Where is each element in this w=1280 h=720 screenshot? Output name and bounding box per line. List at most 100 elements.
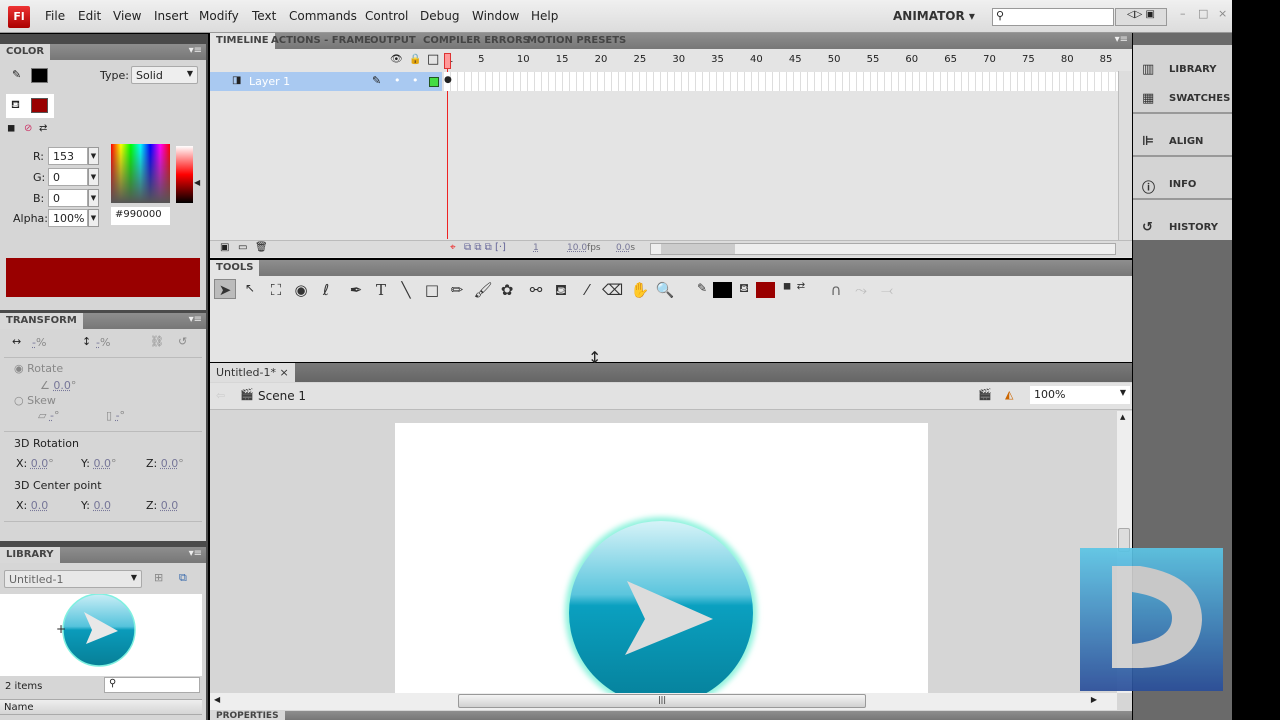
free-transform-tool-icon[interactable]: ⛶	[266, 281, 286, 299]
menu-control[interactable]: Control	[365, 9, 408, 23]
b-dropdown[interactable]: ▼	[88, 189, 99, 207]
frame-cells[interactable]	[444, 72, 1118, 91]
deco-tool-icon[interactable]: ✿	[497, 281, 517, 299]
show-hide-icon[interactable]: 👁	[390, 54, 403, 65]
reset-icon[interactable]: ↺	[178, 335, 187, 348]
workspace-switcher[interactable]: ANIMATOR ▾	[893, 9, 975, 23]
playhead[interactable]	[444, 53, 451, 69]
zoom-tool-icon[interactable]: 🔍	[655, 281, 675, 299]
library-tab[interactable]: LIBRARY	[0, 547, 60, 563]
menu-debug[interactable]: Debug	[420, 9, 459, 23]
alpha-dropdown[interactable]: ▼	[88, 209, 99, 227]
r-dropdown[interactable]: ▼	[88, 147, 99, 165]
frame-number[interactable]: 30	[672, 54, 685, 65]
3d-rotation-tool-icon[interactable]: ◉	[291, 281, 311, 299]
skew-h-value[interactable]: ▱ -°	[38, 409, 59, 422]
layer-visible-dot[interactable]: •	[394, 74, 401, 87]
center-z[interactable]: Z: 0.0	[146, 499, 178, 512]
stage-hscrollbar[interactable]: ◀ ||| ▶	[210, 693, 1117, 710]
right-panel-align[interactable]: ALIGN	[1169, 136, 1203, 147]
frame-number[interactable]: 40	[750, 54, 763, 65]
menu-insert[interactable]: Insert	[154, 9, 188, 23]
right-panel-history[interactable]: HISTORY	[1169, 222, 1218, 233]
frame-number[interactable]: 35	[711, 54, 724, 65]
layer-name[interactable]: Layer 1	[249, 75, 290, 88]
toolbar-fill-color[interactable]	[756, 282, 775, 298]
eyedropper-tool-icon[interactable]: ⁄	[577, 281, 597, 299]
frame-number[interactable]: 15	[556, 54, 569, 65]
frame-number[interactable]: 20	[595, 54, 608, 65]
center-x[interactable]: X: 0.0	[16, 499, 48, 512]
constrain-icon[interactable]: ⛓	[150, 335, 164, 348]
center-y[interactable]: Y: 0.0	[81, 499, 111, 512]
scene-name[interactable]: Scene 1	[258, 389, 306, 403]
rot-x[interactable]: X: 0.0°	[16, 457, 54, 470]
edit-scene-icon[interactable]: 🎬	[978, 388, 992, 401]
g-input[interactable]: 0	[48, 168, 88, 186]
color-spectrum[interactable]	[111, 144, 170, 203]
stroke-color-swatch[interactable]	[31, 68, 48, 83]
frame-number[interactable]: 75	[1022, 54, 1035, 65]
panel-menu-icon[interactable]: ▾≡	[1115, 34, 1128, 45]
type-select[interactable]: Solid ▼	[131, 66, 198, 84]
menu-commands[interactable]: Commands	[289, 9, 357, 23]
tools-tab[interactable]: TOOLS	[210, 260, 260, 276]
height-scale-value[interactable]: -%	[96, 336, 110, 349]
maximize-button[interactable]: □	[1198, 7, 1208, 20]
tab-output[interactable]: OUTPUT	[370, 35, 416, 46]
menu-help[interactable]: Help	[531, 9, 558, 23]
frame-number[interactable]: 70	[983, 54, 996, 65]
new-layer-icon[interactable]: ▣	[220, 242, 229, 253]
straighten-icon[interactable]: ⤙	[877, 281, 897, 299]
search-input[interactable]: ⚲	[992, 8, 1114, 26]
new-library-panel-icon[interactable]: ⧉	[179, 571, 187, 585]
rotate-radio[interactable]: ◉ Rotate	[14, 362, 63, 375]
tab-actions-frame[interactable]: ACTIONS - FRAME	[271, 35, 371, 46]
menu-window[interactable]: Window	[472, 9, 519, 23]
tab-timeline[interactable]: TIMELINE	[210, 33, 275, 49]
library-document-select[interactable]: Untitled-1 ▼	[4, 570, 142, 588]
bone-tool-icon[interactable]: ⚯	[526, 281, 546, 299]
panel-menu-icon[interactable]: ▾≡	[189, 45, 202, 56]
layer-row[interactable]: ◨ Layer 1 ✎ • •	[210, 72, 442, 91]
fill-color-swatch[interactable]	[31, 98, 48, 113]
frame-number[interactable]: 5	[478, 54, 484, 65]
rotate-value[interactable]: ∠ 0.0°	[40, 379, 76, 392]
smooth-icon[interactable]: ⤳	[851, 281, 871, 299]
tab-motion-presets[interactable]: MOTION PRESETS	[527, 35, 626, 46]
keyframe[interactable]: ●	[444, 75, 452, 89]
frame-number[interactable]: 80	[1061, 54, 1074, 65]
lock-icon[interactable]: 🔒	[409, 54, 421, 65]
toolbar-stroke-color[interactable]	[713, 282, 732, 298]
swap-colors-icon[interactable]: ⇄	[791, 281, 811, 292]
rot-z[interactable]: Z: 0.0°	[146, 457, 184, 470]
onion-skin-icons[interactable]: ⧉ ⧉ ⧉ [·]	[464, 242, 506, 253]
r-input[interactable]: 153	[48, 147, 88, 165]
transform-tab[interactable]: TRANSFORM	[0, 313, 83, 329]
rot-y[interactable]: Y: 0.0°	[81, 457, 116, 470]
sync-buttons[interactable]: ◁▷ ▣	[1115, 8, 1167, 26]
layer-outline-color[interactable]	[429, 77, 439, 87]
frame-rate[interactable]: 10.0fps	[567, 243, 601, 253]
subselection-tool-icon[interactable]: ↖	[240, 281, 260, 295]
zoom-select[interactable]: 100% ▼	[1030, 386, 1130, 404]
timeline-hscrollbar[interactable]	[650, 243, 1116, 255]
frame-number[interactable]: 85	[1100, 54, 1113, 65]
panel-menu-icon[interactable]: ▾≡	[189, 314, 202, 325]
frame-number[interactable]: 65	[944, 54, 957, 65]
layer-lock-dot[interactable]: •	[412, 74, 419, 87]
default-colors-icon[interactable]: ◼	[7, 123, 15, 134]
frame-number[interactable]: 45	[789, 54, 802, 65]
stage[interactable]	[395, 423, 928, 693]
hex-input[interactable]: #990000	[111, 207, 170, 225]
line-tool-icon[interactable]: ╲	[396, 281, 416, 299]
frame-number[interactable]: 55	[867, 54, 880, 65]
pencil-tool-icon[interactable]: ✏	[447, 281, 467, 299]
frame-number[interactable]: 60	[905, 54, 918, 65]
center-frame-icon[interactable]: ⌖	[450, 242, 456, 253]
rectangle-tool-icon[interactable]: □	[422, 281, 442, 299]
library-search-input[interactable]: ⚲	[104, 677, 200, 693]
eraser-tool-icon[interactable]: ⌫	[602, 281, 623, 299]
menu-modify[interactable]: Modify	[199, 9, 239, 23]
paint-bucket-tool-icon[interactable]: ⛾	[551, 281, 571, 301]
